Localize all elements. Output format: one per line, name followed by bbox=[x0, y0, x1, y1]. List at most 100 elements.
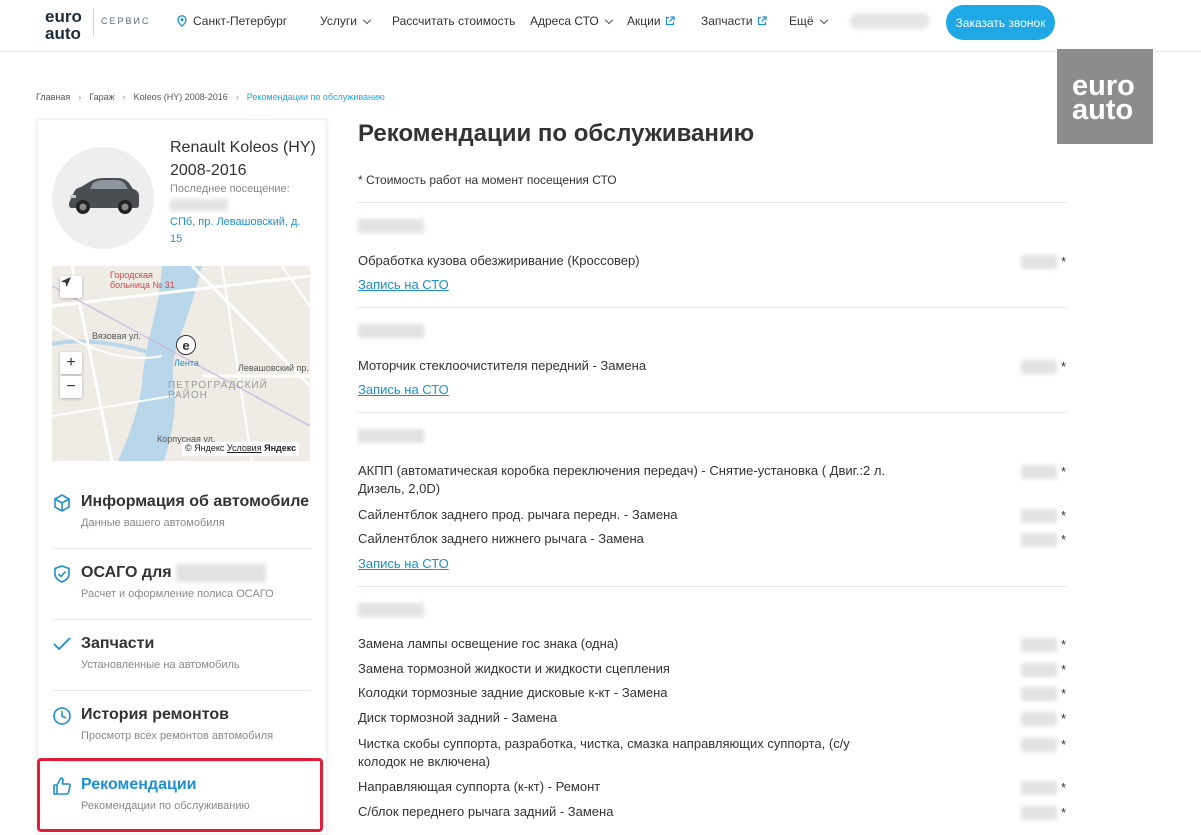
price-blurred: * bbox=[1020, 685, 1066, 703]
breadcrumb-car[interactable]: Koleos (HY) 2008-2016 bbox=[134, 92, 228, 102]
price-blurred: * bbox=[1020, 253, 1066, 271]
recommendation-text: Моторчик стеклоочистителя передний - Зам… bbox=[358, 358, 647, 373]
geolocation-button[interactable] bbox=[60, 276, 82, 298]
menu-item-title: ОСАГО для bbox=[81, 564, 266, 582]
recommendation-text: Замена лампы освещение гос знака (одна) bbox=[358, 636, 619, 651]
logo-service-label: СЕРВИС bbox=[101, 16, 151, 26]
order-call-button[interactable]: Заказать звонок bbox=[946, 5, 1055, 40]
price-blurred: * bbox=[1020, 736, 1066, 754]
recommendation-text: Сайлентблок заднего прод. рычага передн.… bbox=[358, 507, 678, 522]
map-footer: © Яндекс Условия Яндекс bbox=[182, 442, 300, 456]
map-label-lenta: Лента bbox=[174, 358, 199, 368]
map-label-district: ПЕТРОГРАДСКИЙ РАЙОН bbox=[168, 380, 268, 401]
visit-date-blurred bbox=[358, 429, 424, 443]
breadcrumb-separator-icon: › bbox=[78, 92, 82, 102]
price-blurred: * bbox=[1020, 710, 1066, 728]
recommendation-row: Диск тормозной задний - Замена * bbox=[358, 709, 1066, 727]
breadcrumb-home[interactable]: Главная bbox=[36, 92, 70, 102]
menu-item-parts[interactable]: Запчасти Установленные на автомобиль bbox=[37, 635, 327, 703]
recommendation-text: АКПП (автоматическая коробка переключени… bbox=[358, 463, 886, 496]
divider bbox=[358, 202, 1066, 203]
car-name: Renault Koleos (HY) 2008-2016 bbox=[170, 139, 316, 179]
price-blurred: * bbox=[1020, 804, 1066, 822]
breadcrumb-separator-icon: › bbox=[122, 92, 126, 102]
svg-text:auto: auto bbox=[1072, 94, 1133, 126]
menu-item-subtitle: Установленные на автомобиль bbox=[81, 659, 240, 671]
shield-check-icon bbox=[54, 565, 70, 583]
menu-divider bbox=[53, 690, 311, 691]
price-blurred: * bbox=[1020, 507, 1066, 525]
menu-item-car-info[interactable]: Информация об автомобиле Данные вашего а… bbox=[37, 493, 327, 561]
menu-item-title: Запчасти bbox=[81, 635, 155, 652]
service-address-link[interactable]: СПб, пр. Левашовский, д. 15 bbox=[170, 214, 310, 248]
recommendation-text: Замена тормозной жидкости и жидкости сце… bbox=[358, 661, 670, 676]
recommendation-row: Направляющая суппорта (к-кт) - Ремонт * bbox=[358, 778, 1066, 796]
nav-promotions[interactable]: Акции bbox=[627, 14, 675, 28]
map-terms-link[interactable]: Условия bbox=[227, 443, 262, 453]
chevron-down-icon bbox=[362, 15, 372, 24]
nav-calculate[interactable]: Рассчитать стоимость bbox=[392, 14, 515, 28]
price-blurred: * bbox=[1020, 779, 1066, 797]
external-link-icon bbox=[665, 16, 675, 26]
nav-more[interactable]: Ещё bbox=[789, 14, 828, 28]
breadcrumb-current: Рекомендации по обслуживанию bbox=[246, 92, 385, 102]
active-item-highlight bbox=[37, 758, 323, 832]
recommendation-text: Чистка скобы суппорта, разработка, чистк… bbox=[358, 736, 850, 769]
recommendation-text: Направляющая суппорта (к-кт) - Ремонт bbox=[358, 779, 601, 794]
license-plate-blurred bbox=[175, 564, 266, 582]
recommendation-text: Колодки тормозные задние дисковые к-кт -… bbox=[358, 685, 668, 700]
clock-icon bbox=[53, 707, 71, 725]
recommendation-row: АКПП (автоматическая коробка переключени… bbox=[358, 462, 1066, 498]
zoom-out-button[interactable]: − bbox=[60, 376, 82, 398]
recommendation-row: Чистка скобы суппорта, разработка, чистк… bbox=[358, 735, 1066, 771]
book-service-link[interactable]: Запись на СТО bbox=[358, 382, 449, 397]
zoom-in-button[interactable]: + bbox=[60, 352, 82, 374]
recommendation-row: Колодки тормозные задние дисковые к-кт -… bbox=[358, 684, 1066, 702]
menu-item-subtitle: Данные вашего автомобиля bbox=[81, 517, 225, 529]
recommendation-row: Замена тормозной жидкости и жидкости сце… bbox=[358, 660, 1066, 678]
last-visit-label: Последнее посещение: bbox=[170, 183, 290, 195]
map-label-hospital: Городская больница № 31 bbox=[110, 270, 175, 290]
recommendation-row: Обработка кузова обезжиривание (Кроссове… bbox=[358, 252, 1066, 270]
recommendation-row: Замена лампы освещение гос знака (одна) … bbox=[358, 635, 1066, 653]
yandex-map[interactable]: Городская больница № 31 Лента ПЕТРОГРАДС… bbox=[52, 266, 310, 461]
recommendation-row: Сайлентблок заднего нижнего рычага - Зам… bbox=[358, 530, 1066, 548]
recommendation-text: Обработка кузова обезжиривание (Кроссове… bbox=[358, 253, 640, 268]
menu-item-osago[interactable]: ОСАГО для Расчет и оформление полиса ОСА… bbox=[37, 564, 327, 632]
navigation-arrow-icon bbox=[61, 277, 71, 287]
location-pin-icon bbox=[177, 15, 187, 27]
logo-divider bbox=[93, 9, 94, 37]
cube-icon bbox=[54, 494, 70, 512]
price-blurred: * bbox=[1020, 661, 1066, 679]
euroauto-watermark-logo: euro auto bbox=[1057, 49, 1153, 144]
breadcrumb: Главная › Гараж › Koleos (HY) 2008-2016 … bbox=[36, 92, 385, 102]
map-label-street: Вязовая ул. bbox=[92, 331, 141, 341]
user-account-blurred[interactable] bbox=[850, 13, 930, 29]
nav-addresses[interactable]: Адреса СТО bbox=[530, 14, 614, 28]
menu-item-subtitle: Расчет и оформление полиса ОСАГО bbox=[81, 588, 274, 600]
book-service-link[interactable]: Запись на СТО bbox=[358, 277, 449, 292]
recommendation-row: С/блок переднего рычага задний - Замена … bbox=[358, 803, 1066, 821]
city-selector[interactable]: Санкт-Петербург bbox=[177, 14, 287, 28]
checkmark-icon bbox=[53, 637, 71, 651]
recommendation-text: Сайлентблок заднего нижнего рычага - Зам… bbox=[358, 531, 644, 546]
breadcrumb-separator-icon: › bbox=[235, 92, 239, 102]
breadcrumb-garage[interactable]: Гараж bbox=[89, 92, 114, 102]
divider bbox=[358, 307, 1066, 308]
recommendation-text: С/блок переднего рычага задний - Замена bbox=[358, 804, 614, 819]
nav-parts[interactable]: Запчасти bbox=[701, 14, 767, 28]
book-service-link[interactable]: Запись на СТО bbox=[358, 556, 449, 571]
page-title: Рекомендации по обслуживанию bbox=[358, 120, 755, 147]
car-avatar bbox=[52, 147, 154, 249]
price-note: * Стоимость работ на момент посещения СТ… bbox=[358, 173, 617, 187]
map-lenta-marker[interactable]: e bbox=[176, 335, 196, 355]
external-link-icon bbox=[757, 16, 767, 26]
menu-item-title: Информация об автомобиле bbox=[81, 493, 310, 510]
euroauto-logo[interactable]: euro auto bbox=[45, 7, 93, 43]
price-blurred: * bbox=[1020, 463, 1066, 481]
divider bbox=[358, 412, 1066, 413]
menu-item-title: История ремонтов bbox=[81, 706, 229, 723]
nav-services[interactable]: Услуги bbox=[320, 14, 372, 28]
map-label-street: Левашовский пр. bbox=[238, 363, 309, 373]
menu-item-subtitle: Просмотр всех ремонтов автомобиля bbox=[81, 730, 274, 742]
